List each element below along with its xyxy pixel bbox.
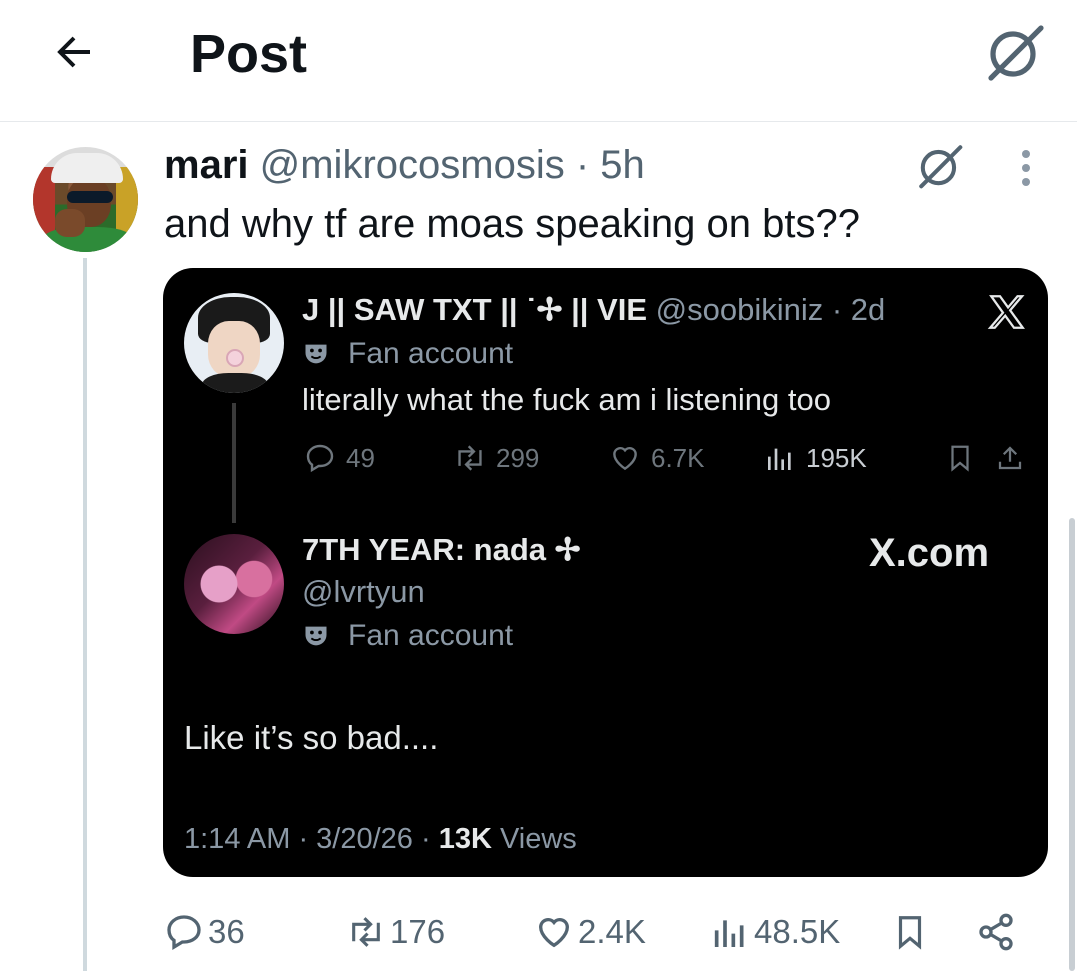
grok-explain-button[interactable] — [912, 140, 968, 192]
quoted-views: 195K — [762, 436, 867, 480]
more-vertical-icon — [1022, 150, 1030, 186]
grok-icon — [988, 25, 1044, 81]
more-options-button[interactable] — [1004, 140, 1048, 196]
xcom-watermark: X.com — [869, 531, 990, 575]
post-action-bar: 36 176 2.4K 48.5K — [164, 900, 1048, 964]
quoted-name-1: J || SAW TXT || ˙✢ || VIE — [302, 292, 647, 327]
quoted-badge-2: Fan account — [302, 616, 513, 656]
meta-separator: · — [575, 143, 590, 187]
back-button[interactable] — [44, 22, 104, 82]
share-icon — [976, 912, 1016, 952]
bookmark-button[interactable] — [890, 900, 934, 964]
quoted-handle-1: @soobikiniz — [655, 292, 824, 327]
quoted-replies: 49 — [302, 436, 375, 480]
like-button[interactable]: 2.4K — [534, 900, 646, 964]
grok-icon — [919, 145, 963, 189]
quoted-badge-label-1: Fan account — [348, 337, 514, 370]
quoted-avatar-1 — [184, 293, 284, 393]
quoted-handle-2: @lvrtyun — [302, 574, 425, 609]
quoted-badge-1: Fan account — [302, 334, 513, 374]
arrow-left-icon — [57, 36, 90, 68]
repost-count: 176 — [390, 913, 446, 950]
quoted-text-2: Like it’s so bad.... — [184, 719, 439, 756]
scrollbar[interactable] — [1069, 518, 1075, 971]
quoted-views-count: 13K — [438, 823, 492, 855]
thread-line — [83, 258, 87, 971]
bookmark-icon — [942, 440, 978, 476]
quoted-reposts: 299 — [452, 436, 539, 480]
post-time[interactable]: 5h — [600, 143, 645, 187]
quoted-share — [992, 436, 1036, 480]
views-icon — [710, 912, 750, 952]
quoted-separator-1: · — [831, 292, 843, 327]
quoted-views-label: Views — [491, 823, 577, 855]
views-count: 48.5K — [754, 913, 841, 950]
quoted-likes: 6.7K — [607, 436, 705, 480]
quoted-avatar-2 — [184, 534, 284, 634]
quoted-meta-1: J || SAW TXT || ˙✢ || VIE @soobikiniz · … — [302, 288, 885, 332]
mask-icon — [302, 340, 330, 368]
quoted-badge-label-2: Fan account — [348, 619, 514, 652]
views-icon — [762, 440, 798, 476]
quoted-text-1: literally what the fuck am i listening t… — [302, 382, 831, 417]
like-count: 2.4K — [578, 913, 646, 950]
repost-button[interactable]: 176 — [346, 900, 445, 964]
quoted-thread-line — [232, 403, 236, 523]
reply-icon — [302, 440, 338, 476]
quoted-bookmark — [942, 436, 986, 480]
author-handle[interactable]: @mikrocosmosis — [260, 143, 565, 187]
repost-icon — [452, 440, 488, 476]
grok-button[interactable] — [980, 20, 1050, 84]
quoted-timestamp-text: 1:14 AM · 3/20/26 · — [184, 823, 439, 855]
quoted-time-1: 2d — [850, 292, 886, 327]
post-text: and why tf are moas speaking on bts?? — [164, 202, 860, 246]
page-title: Post — [190, 24, 308, 84]
author-name[interactable]: mari — [164, 143, 249, 187]
reply-button[interactable]: 36 — [164, 900, 245, 964]
x-logo-icon — [985, 290, 1029, 334]
post-meta: mari @mikrocosmosis · 5h — [164, 140, 645, 190]
quoted-name-2: 7TH YEAR: nada ✢ — [302, 532, 581, 567]
mask-icon — [302, 622, 330, 650]
heart-icon — [534, 912, 574, 952]
author-avatar[interactable] — [33, 147, 138, 252]
heart-icon — [607, 440, 643, 476]
reply-count: 36 — [208, 913, 245, 950]
attached-image[interactable]: J || SAW TXT || ˙✢ || VIE @soobikiniz · … — [163, 268, 1048, 877]
bookmark-icon — [890, 912, 930, 952]
quoted-action-bar: 49 299 6.7K 195K — [302, 436, 1032, 480]
share-icon — [992, 440, 1028, 476]
views-button[interactable]: 48.5K — [710, 900, 840, 964]
top-bar: Post — [0, 0, 1077, 122]
reply-icon — [164, 912, 204, 952]
quoted-timestamp: 1:14 AM · 3/20/26 · 13K Views — [184, 818, 577, 860]
repost-icon — [346, 912, 386, 952]
share-button[interactable] — [976, 900, 1020, 964]
